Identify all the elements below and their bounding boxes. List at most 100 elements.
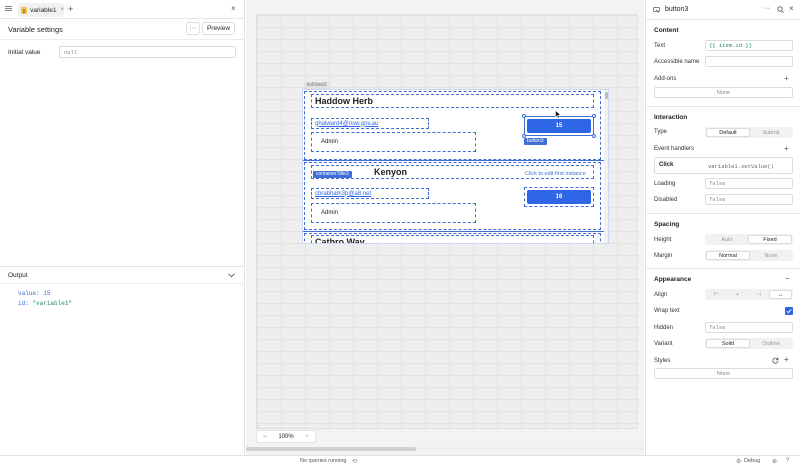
margin-none-option[interactable]: None — [750, 251, 792, 260]
item-name[interactable]: Haddow Herb — [311, 94, 594, 108]
sync-icon[interactable]: ⟲ — [352, 458, 357, 465]
output-title: Output — [8, 272, 28, 279]
more-options-button[interactable]: ··· — [186, 22, 200, 35]
listview[interactable]: Haddow Herb ghalward4@nsw.gov.au Admin 1… — [302, 89, 609, 244]
scrollbar[interactable] — [604, 90, 608, 243]
canvas-area: listView2 Haddow Herb ghalward4@nsw.gov.… — [246, 0, 644, 455]
debug-button[interactable]: Debug — [744, 458, 760, 464]
refresh-icon[interactable] — [772, 357, 779, 364]
accessible-name-label: Accessible name — [654, 59, 700, 65]
content-section-title: Content — [654, 27, 679, 34]
margin-normal-option[interactable]: Normal — [706, 251, 750, 260]
inspector-panel: button3 ··· × Content Text {{ item.id }}… — [645, 0, 800, 455]
height-label: Height — [654, 237, 672, 243]
ellipsis-icon: ··· — [189, 25, 197, 32]
resize-handle[interactable] — [592, 134, 596, 138]
loading-input[interactable]: false — [705, 178, 793, 189]
menu-icon[interactable] — [5, 5, 12, 12]
mouse-cursor-icon — [555, 110, 561, 119]
ellipsis-icon[interactable]: ··· — [763, 5, 770, 12]
item-role: Admin — [321, 139, 339, 145]
item-name: Kenyon — [374, 167, 408, 177]
initial-value-label: Initial value — [8, 49, 41, 56]
variant-toggle[interactable]: Solid Outline — [705, 338, 793, 349]
close-icon[interactable]: × — [789, 4, 794, 13]
tab-bar: {} variable1 × + × — [0, 0, 244, 19]
initial-value-input[interactable]: null — [59, 46, 236, 58]
scrollbar-thumb[interactable] — [605, 92, 608, 99]
status-bar: No queries running ⟲ ⚙ Debug ⊕ ? — [0, 455, 800, 466]
component-icon — [653, 6, 660, 13]
item-name[interactable]: Cathro Wav — [311, 235, 594, 243]
resize-handle[interactable] — [592, 114, 596, 118]
output-line: id: "variable1" — [18, 300, 72, 307]
text-input[interactable]: {{ item.id }} — [705, 40, 793, 51]
close-tab-icon[interactable]: × — [60, 7, 64, 13]
margin-label: Margin — [654, 253, 673, 259]
item-role: Admin — [321, 210, 339, 216]
height-auto-option[interactable]: Auto — [706, 235, 748, 244]
variant-solid-option[interactable]: Solid — [706, 339, 750, 348]
search-icon[interactable] — [777, 6, 784, 13]
type-default-option[interactable]: Default — [706, 128, 750, 137]
divider — [0, 39, 245, 40]
styles-none[interactable]: None — [654, 368, 793, 379]
add-addon-icon[interactable]: + — [784, 74, 789, 83]
divider — [303, 231, 608, 232]
item-button[interactable]: 16 — [527, 190, 591, 204]
component-name[interactable]: button3 — [665, 6, 688, 13]
loading-label: Loading — [654, 181, 676, 187]
edit-hint[interactable]: Click to edit first instance — [525, 171, 586, 177]
close-panel-icon[interactable]: × — [231, 4, 236, 13]
accessible-name-input[interactable] — [705, 56, 793, 67]
queries-status: No queries running — [300, 458, 347, 464]
align-right-icon[interactable]: ⊣ — [748, 290, 769, 299]
height-toggle[interactable]: Auto Fixed — [705, 234, 793, 245]
text-label: Text — [654, 43, 666, 49]
spacing-section-title: Spacing — [654, 221, 680, 228]
variable-icon: {} — [21, 6, 28, 14]
styles-label: Styles — [654, 358, 671, 364]
output-key: id: — [18, 300, 29, 307]
align-stretch-icon[interactable]: ↔ — [769, 290, 792, 299]
type-submit-option[interactable]: Submit — [750, 128, 792, 137]
disabled-input[interactable]: false — [705, 194, 793, 205]
resize-handle[interactable] — [522, 114, 526, 118]
height-fixed-option[interactable]: Fixed — [748, 235, 792, 244]
help-icon[interactable]: ? — [786, 458, 789, 464]
chevron-down-icon[interactable] — [228, 273, 235, 278]
zoom-level[interactable]: 100% — [278, 434, 293, 440]
align-left-icon[interactable]: ⊢ — [706, 290, 727, 299]
tab-label: variable1 — [30, 6, 57, 14]
tab-variable1[interactable]: {} variable1 × — [18, 3, 64, 17]
check-icon — [786, 309, 792, 314]
wrap-text-label: Wrap text — [654, 308, 680, 314]
add-tab-icon[interactable]: + — [68, 4, 73, 14]
collapse-icon[interactable]: − — [785, 274, 790, 283]
event-name: Click — [659, 162, 674, 168]
addons-none[interactable]: None — [654, 87, 793, 98]
type-label: Type — [654, 129, 668, 135]
divider — [646, 213, 800, 214]
item-email-link[interactable]: cbrabham3p@a8.net — [311, 188, 429, 199]
zoom-control: − 100% + — [256, 430, 316, 443]
margin-toggle[interactable]: Normal None — [705, 250, 793, 261]
align-toggle[interactable]: ⊢ + ⊣ ↔ — [705, 289, 793, 300]
disabled-label: Disabled — [654, 197, 678, 203]
item-email-link[interactable]: ghalward4@nsw.gov.au — [311, 118, 429, 129]
notifications-icon[interactable]: ⊕ — [772, 458, 777, 465]
variant-outline-option[interactable]: Outline — [750, 339, 792, 348]
wrap-text-checkbox[interactable] — [785, 307, 793, 315]
align-center-icon[interactable]: + — [727, 290, 748, 299]
type-toggle[interactable]: Default Submit — [705, 127, 793, 138]
zoom-in-icon[interactable]: + — [305, 434, 309, 440]
canvas-scrollbar-thumb[interactable] — [246, 447, 416, 451]
add-event-icon[interactable]: + — [784, 144, 789, 153]
add-style-icon[interactable]: + — [784, 355, 789, 364]
output-value: "variable1" — [32, 300, 73, 307]
zoom-out-icon[interactable]: − — [263, 434, 267, 440]
hidden-input[interactable]: false — [705, 322, 793, 333]
preview-button[interactable]: Preview — [202, 22, 235, 35]
output-line: value: 15 — [18, 290, 50, 297]
button-tag: button3 — [524, 138, 547, 145]
